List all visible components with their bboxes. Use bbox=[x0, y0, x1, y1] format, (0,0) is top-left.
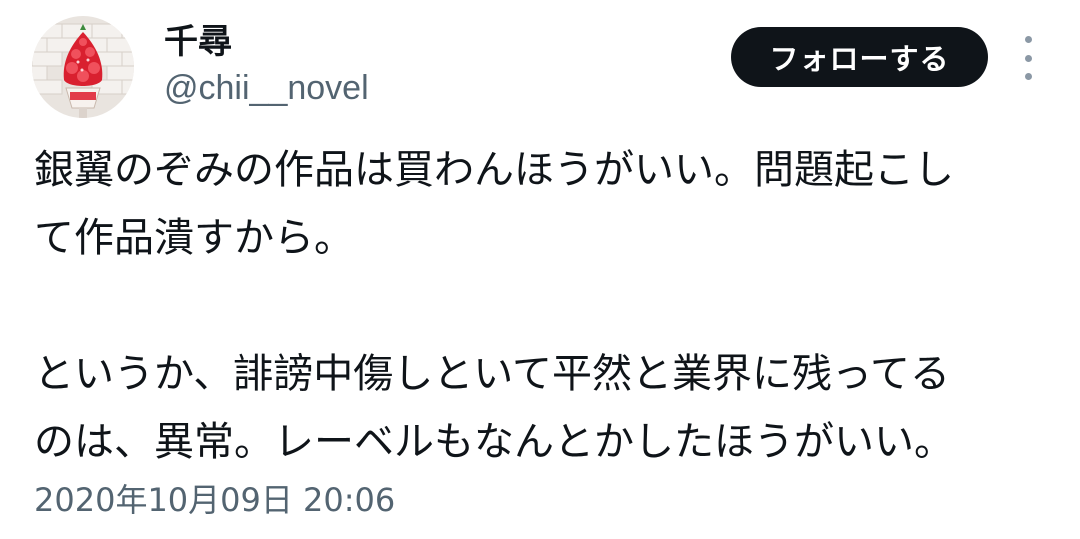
follow-button[interactable]: フォローする bbox=[731, 27, 988, 87]
user-avatar[interactable] bbox=[32, 16, 134, 118]
more-dot bbox=[1024, 36, 1032, 43]
tweet-line: というか、誹謗中傷しといて平然と業界に残ってる bbox=[34, 351, 950, 397]
tweet-timestamp[interactable]: 2020年10月09日 20:06 bbox=[34, 478, 395, 522]
more-vertical-icon[interactable] bbox=[1012, 36, 1044, 80]
more-dot bbox=[1024, 73, 1032, 80]
tweet-text: 銀翼のぞみの作品は買わんほうがいい。問題起こし て作品潰すから。 というか、誹謗… bbox=[34, 136, 1064, 476]
display-name[interactable]: 千尋 bbox=[164, 18, 232, 66]
tweet-line: て作品潰すから。 bbox=[34, 215, 354, 261]
tweet-card: 千尋 @chii__novel フォローする 銀翼のぞみの作品は買わんほうがいい… bbox=[0, 0, 1080, 539]
user-handle[interactable]: @chii__novel bbox=[164, 66, 369, 110]
more-dot bbox=[1024, 54, 1032, 62]
avatar-strawberry-parfait-icon bbox=[32, 16, 134, 118]
tweet-line: 銀翼のぞみの作品は買わんほうがいい。問題起こし bbox=[34, 147, 954, 193]
tweet-line: のは、異常。レーベルもなんとかしたほうがいい。 bbox=[34, 419, 954, 465]
